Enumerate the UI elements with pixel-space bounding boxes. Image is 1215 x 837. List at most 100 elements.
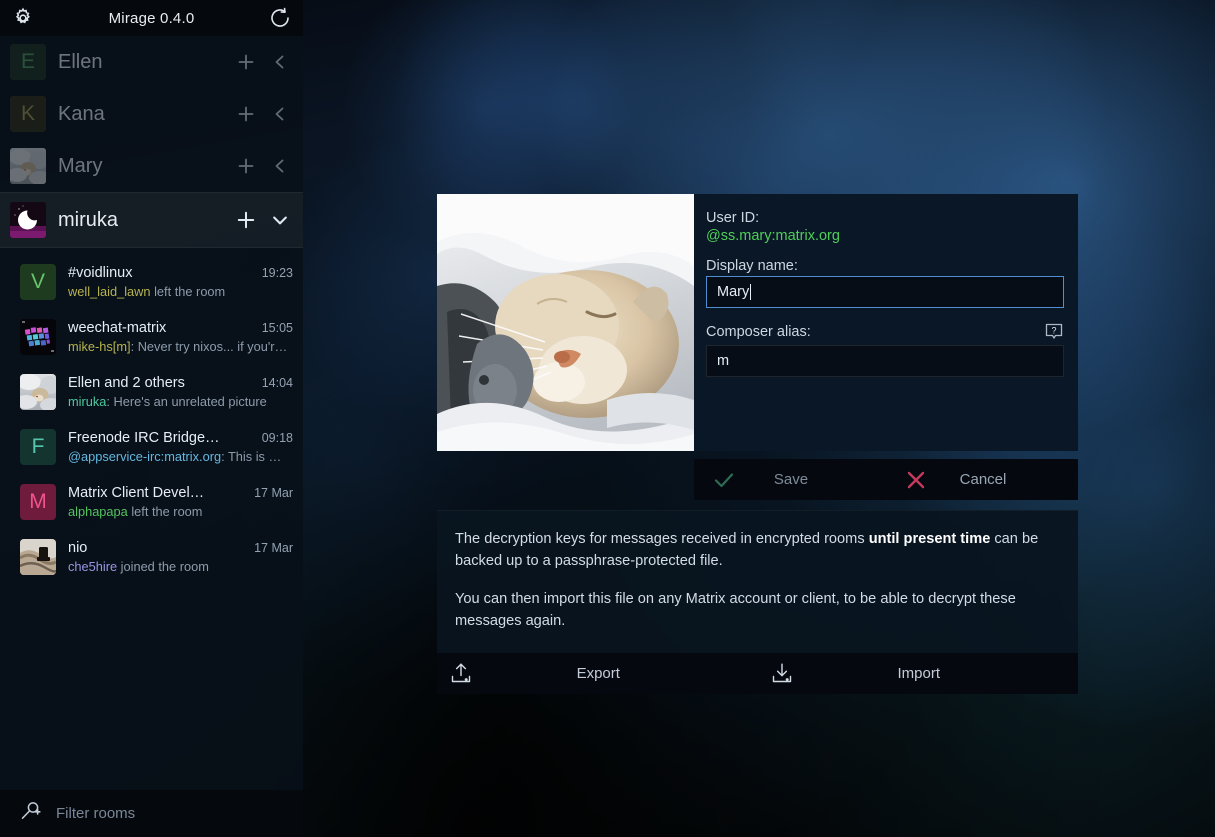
room-timestamp: 17 Mar	[254, 485, 293, 500]
room-texts: Ellen and 2 others 14:04 miruka: Here's …	[68, 375, 293, 409]
import-keys-button[interactable]: Import	[758, 653, 1079, 694]
composer-alias-label-row: Composer alias: ?	[706, 322, 1064, 342]
profile-avatar[interactable]	[437, 194, 694, 451]
room-timestamp: 14:04	[261, 375, 293, 390]
account-row-miruka[interactable]: miruka	[0, 192, 303, 248]
room-list-item[interactable]: V #voidlinux 19:23 well_laid_lawn left t…	[0, 254, 303, 309]
room-list-item[interactable]: F Freenode IRC Bridge… 09:18 @appservice…	[0, 419, 303, 474]
app-title: Mirage 0.4.0	[108, 9, 195, 27]
room-texts: Matrix Client Devel… 17 Mar alphapapa le…	[68, 485, 293, 519]
account-actions	[235, 103, 291, 125]
room-preview: miruka: Here's an unrelated picture	[68, 394, 293, 409]
account-row-kana[interactable]: K Kana	[0, 88, 303, 140]
room-preview-sender: well_laid_lawn	[68, 283, 151, 299]
avatar-initial: K	[20, 102, 35, 125]
user-id-label: User ID:	[706, 210, 760, 226]
room-list: V #voidlinux 19:23 well_laid_lawn left t…	[0, 248, 303, 790]
room-list-item[interactable]: Ellen and 2 others 14:04 miruka: Here's …	[0, 364, 303, 419]
check-icon	[694, 468, 754, 492]
app-header: Mirage 0.4.0	[0, 0, 303, 36]
add-chat-button[interactable]	[235, 155, 257, 177]
display-name-value: Mary	[717, 284, 750, 300]
encryption-keys-card: The decryption keys for messages receive…	[437, 510, 1078, 694]
keys-paragraph-2: You can then import this file on any Mat…	[455, 590, 1016, 629]
avatar: E	[10, 44, 46, 80]
text-caret	[750, 284, 752, 300]
account-name: Kana	[58, 102, 105, 125]
room-texts: #voidlinux 19:23 well_laid_lawn left the…	[68, 265, 293, 299]
room-preview: alphapapa left the room	[68, 504, 293, 519]
room-preview-message: : This is …	[221, 448, 282, 464]
chevron-left-icon[interactable]	[269, 51, 291, 73]
avatar-initial: F	[31, 434, 45, 458]
cancel-label: Cancel	[959, 471, 1007, 488]
display-name-input[interactable]: Mary	[706, 276, 1064, 308]
room-list-item[interactable]: nio 17 Mar che5hire joined the room	[0, 529, 303, 584]
filter-rooms-bar[interactable]: Filter rooms	[0, 790, 303, 837]
account-list: E Ellen K Kana Mary miruka	[0, 36, 303, 248]
export-keys-button[interactable]: Export	[437, 653, 758, 694]
room-timestamp: 15:05	[261, 320, 293, 335]
gear-icon[interactable]	[10, 5, 36, 31]
add-chat-button[interactable]	[235, 103, 257, 125]
profile-fields: User ID: @ss.mary:matrix.org Display nam…	[694, 194, 1078, 451]
account-row-ellen[interactable]: E Ellen	[0, 36, 303, 88]
room-list-item[interactable]: M Matrix Client Devel… 17 Mar alphapapa …	[0, 474, 303, 529]
avatar	[20, 373, 56, 410]
add-chat-button[interactable]	[235, 51, 257, 73]
cat-photo	[20, 373, 56, 410]
room-preview-message: joined the room	[117, 558, 209, 574]
composer-alias-label: Composer alias:	[706, 324, 811, 340]
room-title: Freenode IRC Bridge…	[68, 429, 220, 446]
account-row-mary[interactable]: Mary	[0, 140, 303, 192]
filter-rooms-placeholder: Filter rooms	[56, 805, 136, 822]
cancel-button[interactable]: Cancel	[886, 459, 1078, 500]
room-list-item[interactable]: weechat-matrix 15:05 mike-hs[m]: Never t…	[0, 309, 303, 364]
avatar	[10, 148, 46, 184]
account-actions	[235, 51, 291, 73]
save-button[interactable]: Save	[694, 459, 886, 500]
save-label: Save	[773, 471, 809, 488]
help-tooltip-icon[interactable]: ?	[1044, 322, 1064, 342]
chevron-down-icon[interactable]	[269, 209, 291, 231]
refresh-icon[interactable]	[267, 5, 293, 31]
account-name: Mary	[58, 154, 103, 177]
keys-p1-bold: until present time	[868, 531, 991, 547]
room-preview-message: left the room	[150, 283, 226, 299]
room-title: weechat-matrix	[68, 319, 167, 336]
add-chat-button[interactable]	[235, 209, 257, 231]
export-label: Export	[576, 664, 620, 682]
room-timestamp: 19:23	[261, 265, 293, 280]
account-name: miruka	[58, 208, 119, 231]
room-preview: che5hire joined the room	[68, 559, 293, 574]
cross-icon	[886, 468, 946, 492]
avatar: F	[20, 428, 56, 465]
avatar	[20, 318, 56, 355]
cat-photo-large	[437, 194, 694, 451]
account-name: Ellen	[58, 50, 103, 73]
room-title: Ellen and 2 others	[68, 374, 185, 391]
composer-alias-input[interactable]: m	[706, 345, 1064, 377]
room-texts: Freenode IRC Bridge… 09:18 @appservice-i…	[68, 430, 293, 464]
avatar: V	[20, 263, 56, 300]
chevron-left-icon[interactable]	[269, 103, 291, 125]
profile-card: User ID: @ss.mary:matrix.org Display nam…	[437, 194, 1078, 451]
room-timestamp: 09:18	[261, 430, 293, 445]
room-preview-sender: che5hire	[68, 558, 118, 574]
avatar	[10, 202, 46, 238]
user-id-value: @ss.mary:matrix.org	[706, 228, 840, 244]
download-icon	[758, 661, 806, 685]
chevron-left-icon[interactable]	[269, 155, 291, 177]
room-preview: mike-hs[m]: Never try nixos... if you'r…	[68, 339, 293, 354]
snake-photo	[20, 538, 56, 575]
keys-paragraph-1: The decryption keys for messages receive…	[455, 529, 1060, 573]
keys-p1-before: The decryption keys for messages receive…	[455, 531, 869, 547]
avatar: K	[10, 96, 46, 132]
upload-icon	[437, 661, 485, 685]
search-add-icon[interactable]	[18, 799, 42, 828]
avatar: M	[20, 483, 56, 520]
room-timestamp: 17 Mar	[254, 540, 293, 555]
account-settings-panel: User ID: @ss.mary:matrix.org Display nam…	[437, 194, 1078, 694]
room-preview-sender: @appservice-irc:matrix.org	[68, 448, 222, 464]
room-preview-message: : Here's an unrelated picture	[106, 393, 267, 409]
